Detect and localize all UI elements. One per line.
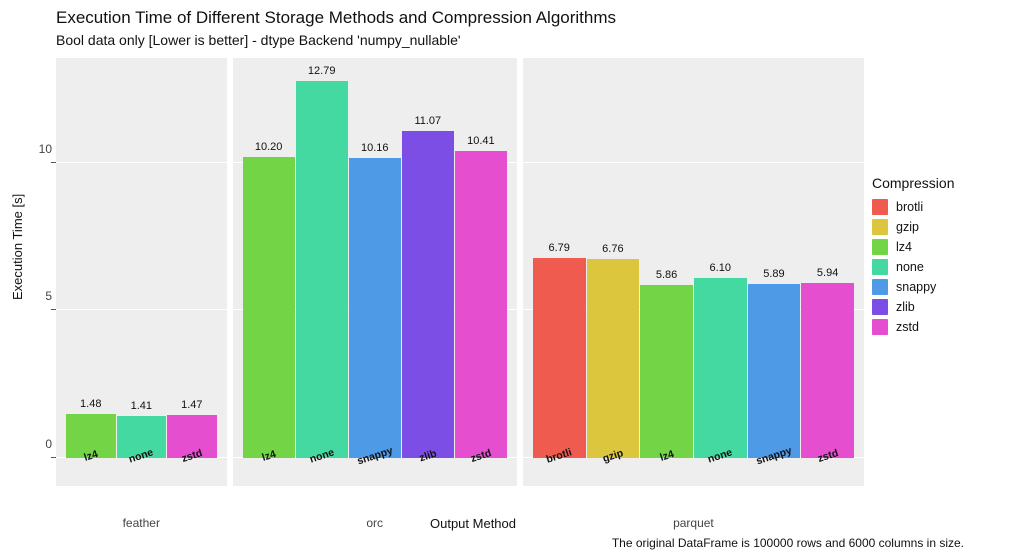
bar-orc-none: 12.79 (296, 81, 348, 458)
bar-slot: 5.86lz4 (640, 58, 693, 458)
bar-parquet-gzip: 6.76 (587, 259, 640, 458)
legend-label: brotli (896, 200, 923, 214)
bar-value-label: 10.16 (361, 142, 389, 154)
chart-title: Execution Time of Different Storage Meth… (56, 8, 616, 28)
legend-label: zstd (896, 320, 919, 334)
legend-swatch-zstd (872, 319, 888, 335)
y-tick-label: 5 (30, 289, 52, 303)
legend-swatch-zlib (872, 299, 888, 315)
bars-orc: 10.20lz412.79none10.16snappy11.07zlib10.… (243, 58, 507, 458)
bar-parquet-snappy: 5.89 (748, 284, 801, 458)
bar-parquet-zstd: 5.94 (801, 283, 854, 458)
legend-swatch-none (872, 259, 888, 275)
legend-title: Compression (872, 175, 1012, 191)
facet-orc: 10.20lz412.79none10.16snappy11.07zlib10.… (233, 58, 517, 486)
bar-value-label: 6.10 (710, 262, 731, 274)
bar-value-label: 1.48 (80, 398, 101, 410)
bar-category-label: lz4 (658, 448, 675, 464)
chart-caption: The original DataFrame is 100000 rows an… (612, 536, 964, 550)
bar-parquet-lz4: 5.86 (640, 285, 693, 458)
y-tick-label: 10 (30, 142, 52, 156)
bars-feather: 1.48lz41.41none1.47zstd (66, 58, 217, 458)
facet-label-orc: orc (366, 516, 383, 530)
bar-slot: 1.47zstd (167, 58, 217, 458)
bar-value-label: 6.79 (548, 242, 569, 254)
bar-value-label: 12.79 (308, 65, 336, 77)
bar-value-label: 10.20 (255, 141, 283, 153)
legend-swatch-lz4 (872, 239, 888, 255)
plot-area: 05101.48lz41.41none1.47zstdfeather10.20l… (56, 58, 864, 486)
bar-orc-snappy: 10.16 (349, 158, 401, 458)
legend: Compression brotli gzip lz4 none snappy zlib z… (872, 175, 1012, 339)
bar-slot: 6.10none (694, 58, 747, 458)
facet-parquet: 6.79brotli6.76gzip5.86lz46.10none5.89sna… (523, 58, 864, 486)
bar-parquet-brotli: 6.79 (533, 258, 586, 458)
y-axis-label: Execution Time [s] (10, 194, 25, 300)
bar-slot: 12.79none (296, 58, 348, 458)
facet-feather: 05101.48lz41.41none1.47zstdfeather (56, 58, 227, 486)
bar-value-label: 5.89 (763, 268, 784, 280)
bar-orc-zlib: 11.07 (402, 131, 454, 458)
legend-item-zstd: zstd (872, 319, 1012, 335)
bar-value-label: 11.07 (414, 115, 441, 127)
x-axis-label: Output Method (430, 516, 516, 531)
bar-slot: 10.16snappy (349, 58, 401, 458)
legend-swatch-gzip (872, 219, 888, 235)
bar-slot: 5.94zstd (801, 58, 854, 458)
bar-slot: 1.41none (117, 58, 167, 458)
bar-slot: 1.48lz4 (66, 58, 116, 458)
bar-slot: 11.07zlib (402, 58, 454, 458)
y-tick-mark (51, 457, 56, 458)
bar-slot: 5.89snappy (748, 58, 801, 458)
legend-item-lz4: lz4 (872, 239, 1012, 255)
facet-label-parquet: parquet (673, 516, 714, 530)
y-tick-mark (51, 309, 56, 310)
bar-value-label: 5.86 (656, 269, 677, 281)
bar-slot: 6.76gzip (587, 58, 640, 458)
legend-item-snappy: snappy (872, 279, 1012, 295)
bar-value-label: 1.47 (181, 399, 202, 411)
chart-container: Execution Time of Different Storage Meth… (0, 0, 1024, 558)
y-tick-label: 0 (30, 437, 52, 451)
legend-swatch-brotli (872, 199, 888, 215)
legend-label: none (896, 260, 924, 274)
bars-parquet: 6.79brotli6.76gzip5.86lz46.10none5.89sna… (533, 58, 854, 458)
bar-category-label: lz4 (260, 448, 277, 464)
bar-slot: 10.20lz4 (243, 58, 295, 458)
legend-item-none: none (872, 259, 1012, 275)
legend-item-brotli: brotli (872, 199, 1012, 215)
chart-subtitle: Bool data only [Lower is better] - dtype… (56, 32, 461, 48)
legend-swatch-snappy (872, 279, 888, 295)
legend-item-gzip: gzip (872, 219, 1012, 235)
legend-label: lz4 (896, 240, 912, 254)
bar-value-label: 5.94 (817, 267, 838, 279)
bar-category-label: lz4 (82, 448, 99, 464)
facet-label-feather: feather (123, 516, 160, 530)
legend-label: gzip (896, 220, 919, 234)
legend-label: zlib (896, 300, 915, 314)
bar-orc-zstd: 10.41 (455, 151, 507, 458)
bar-value-label: 1.41 (131, 400, 152, 412)
legend-label: snappy (896, 280, 936, 294)
bar-slot: 10.41zstd (455, 58, 507, 458)
bar-value-label: 10.41 (467, 135, 495, 147)
bar-value-label: 6.76 (602, 243, 623, 255)
bar-parquet-none: 6.10 (694, 278, 747, 458)
bar-slot: 6.79brotli (533, 58, 586, 458)
bar-orc-lz4: 10.20 (243, 157, 295, 458)
y-tick-mark (51, 162, 56, 163)
legend-item-zlib: zlib (872, 299, 1012, 315)
